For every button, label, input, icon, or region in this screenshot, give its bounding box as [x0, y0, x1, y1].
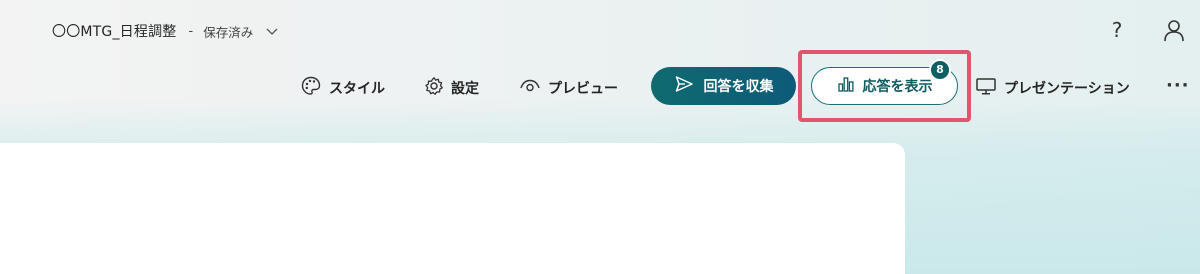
- save-status: 保存済み: [203, 24, 254, 40]
- present-label: プレゼンテーション: [1004, 81, 1130, 97]
- present-button[interactable]: プレゼンテーション: [975, 74, 1130, 102]
- user-icon[interactable]: [1162, 18, 1186, 42]
- settings-label: 設定: [451, 81, 479, 97]
- chevron-down-icon[interactable]: [265, 24, 279, 38]
- title-bar: 〇〇MTG_日程調整 - 保存済み ?: [0, 0, 1200, 62]
- more-options-icon[interactable]: ···: [1166, 76, 1190, 100]
- send-icon: [674, 74, 694, 98]
- gear-icon: [424, 76, 444, 100]
- collect-label: 回答を収集: [703, 79, 774, 95]
- preview-button[interactable]: プレビュー: [519, 74, 618, 102]
- settings-button[interactable]: 設定: [424, 74, 479, 102]
- form-content-card: [0, 143, 905, 274]
- collect-responses-button[interactable]: 回答を収集: [651, 67, 796, 105]
- monitor-icon: [975, 76, 997, 100]
- view-responses-label: 応答を表示: [862, 79, 933, 95]
- help-icon[interactable]: ?: [1107, 17, 1127, 43]
- style-label: スタイル: [329, 81, 385, 97]
- form-title: 〇〇MTG_日程調整: [52, 24, 177, 40]
- response-count-badge: 8: [929, 59, 951, 81]
- eye-icon: [519, 76, 541, 100]
- title-separator: -: [188, 23, 194, 39]
- preview-label: プレビュー: [548, 81, 618, 97]
- palette-icon: [300, 75, 322, 101]
- form-title-area[interactable]: 〇〇MTG_日程調整 - 保存済み: [52, 20, 279, 42]
- chart-icon: [837, 75, 855, 97]
- style-button[interactable]: スタイル: [300, 74, 385, 102]
